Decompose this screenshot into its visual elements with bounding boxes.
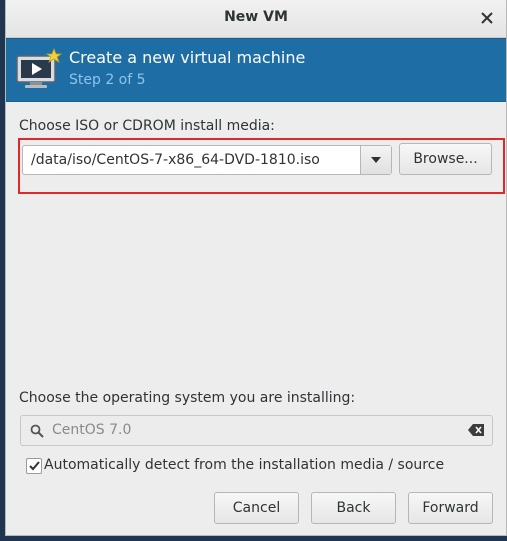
back-button[interactable]: Back <box>311 492 396 524</box>
os-search-field[interactable]: CentOS 7.0 <box>20 415 493 446</box>
auto-detect-checkbox[interactable] <box>26 458 42 474</box>
window-title: New VM <box>224 9 288 25</box>
new-vm-dialog: New VM Create a new virtual machine Step… <box>5 0 507 536</box>
close-button[interactable] <box>477 8 497 28</box>
search-icon <box>30 424 44 438</box>
step-indicator: Step 2 of 5 <box>69 72 146 88</box>
os-search-value: CentOS 7.0 <box>52 422 132 438</box>
banner-title: Create a new virtual machine <box>69 48 306 67</box>
clear-icon[interactable] <box>468 424 484 436</box>
auto-detect-label[interactable]: Automatically detect from the installati… <box>44 457 444 473</box>
browse-button[interactable]: Browse... <box>399 143 492 175</box>
forward-button[interactable]: Forward <box>408 492 493 524</box>
wizard-banner: Create a new virtual machine Step 2 of 5 <box>6 38 506 102</box>
vm-monitor-icon <box>16 48 62 88</box>
title-bar: New VM <box>6 0 506 38</box>
os-label: Choose the operating system you are inst… <box>19 390 356 406</box>
dropdown-arrow-icon <box>371 157 381 163</box>
iso-path-value[interactable]: /data/iso/CentOS-7-x86_64-DVD-1810.iso <box>31 152 320 168</box>
iso-path-combobox[interactable]: /data/iso/CentOS-7-x86_64-DVD-1810.iso <box>22 145 392 175</box>
install-media-label: Choose ISO or CDROM install media: <box>19 118 275 134</box>
cancel-button[interactable]: Cancel <box>214 492 299 524</box>
close-icon <box>481 12 493 24</box>
iso-path-dropdown-button[interactable] <box>360 146 391 174</box>
checkmark-icon <box>28 461 40 471</box>
